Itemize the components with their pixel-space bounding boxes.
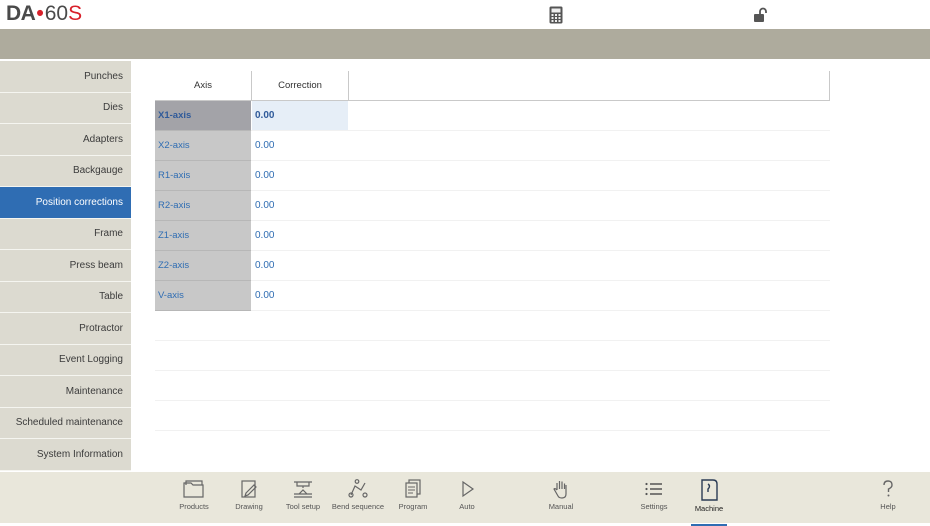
sidebar-item-label: Event Logging <box>59 354 123 366</box>
empty-row <box>155 371 830 401</box>
correction-value[interactable]: 0.00 <box>252 101 348 130</box>
table-row[interactable]: X1-axis 0.00 <box>155 101 830 131</box>
table-row[interactable]: R1-axis 0.00 <box>155 161 830 191</box>
list-settings-icon <box>645 482 662 496</box>
nav-label: Settings <box>640 502 668 511</box>
sidebar-item-label: Punches <box>84 70 123 82</box>
logo-dot: • <box>36 2 44 25</box>
sidebar-item-label: Protractor <box>79 322 123 334</box>
nav-products[interactable]: Products <box>164 478 224 511</box>
question-mark-icon <box>883 480 893 497</box>
nav-tool-setup[interactable]: Tool setup <box>273 478 333 511</box>
table-row[interactable]: V-axis 0.00 <box>155 281 830 311</box>
sidebar-item-label: Adapters <box>82 133 123 145</box>
nav-auto[interactable]: Auto <box>437 478 497 511</box>
logo-number: 60 <box>44 2 69 25</box>
sidebar-item-event-logging[interactable]: Event Logging <box>0 344 131 376</box>
axis-cell: Z2-axis <box>155 251 251 281</box>
nav-machine[interactable]: Machine <box>679 478 739 526</box>
sidebar-item-dies[interactable]: Dies <box>0 92 131 124</box>
sidebar-item-position-corrections[interactable]: Position corrections <box>0 187 131 219</box>
nav-label: Bend sequence <box>331 502 385 511</box>
nav-label: Manual <box>548 502 574 511</box>
nav-label: Program <box>398 502 428 511</box>
nav-label: Help <box>880 502 896 511</box>
sidebar-item-label: Dies <box>102 102 123 114</box>
nav-program[interactable]: Program <box>383 478 443 511</box>
correction-value[interactable]: 0.00 <box>252 131 348 160</box>
correction-value[interactable]: 0.00 <box>252 251 348 280</box>
unlocked-padlock-icon[interactable] <box>753 7 769 28</box>
correction-value[interactable]: 0.00 <box>252 281 348 310</box>
axis-cell: V-axis <box>155 281 251 311</box>
machine-icon <box>701 479 718 501</box>
correction-value[interactable]: 0.00 <box>252 221 348 250</box>
calculator-icon[interactable] <box>549 6 563 29</box>
bend-sequence-icon <box>348 479 368 498</box>
header-band <box>0 29 930 59</box>
axis-cell: R2-axis <box>155 191 251 221</box>
sidebar-item-scheduled-maintenance[interactable]: Scheduled maintenance <box>0 407 131 439</box>
correction-value[interactable]: 0.00 <box>252 161 348 190</box>
table-row[interactable]: X2-axis 0.00 <box>155 131 830 161</box>
sidebar-item-label: Maintenance <box>65 385 123 397</box>
sidebar-item-label: Press beam <box>69 259 123 271</box>
logo-model: S <box>68 2 83 25</box>
sidebar-item-system-information[interactable]: System Information <box>0 439 131 471</box>
axis-cell: X1-axis <box>155 101 251 131</box>
nav-drawing[interactable]: Drawing <box>219 478 279 511</box>
pencil-drawing-icon <box>241 480 257 498</box>
sidebar-item-label: Position corrections <box>35 196 123 208</box>
sidebar-item-backgauge[interactable]: Backgauge <box>0 155 131 187</box>
axis-cell: X2-axis <box>155 131 251 161</box>
sidebar-item-frame[interactable]: Frame <box>0 218 131 250</box>
axis-cell: R1-axis <box>155 161 251 191</box>
logo-brand: DA <box>6 2 36 25</box>
sidebar-item-label: Table <box>99 291 123 303</box>
hand-icon <box>553 481 567 499</box>
tool-setup-icon <box>294 481 312 498</box>
sidebar-item-label: Scheduled maintenance <box>15 417 123 429</box>
folder-icon <box>183 480 204 498</box>
top-bar: DA•60S <box>0 0 930 29</box>
empty-row <box>155 341 830 371</box>
sidebar-item-maintenance[interactable]: Maintenance <box>0 376 131 408</box>
main-content: Axis Correction X1-axis 0.00 X2-axis 0.0… <box>131 59 930 472</box>
nav-help[interactable]: Help <box>858 478 918 511</box>
nav-bend-sequence[interactable]: Bend sequence <box>328 478 388 511</box>
sidebar-item-label: System Information <box>36 448 123 460</box>
sidebar-item-label: Backgauge <box>72 165 123 177</box>
program-pages-icon <box>405 479 421 498</box>
nav-label: Auto <box>459 502 475 511</box>
correction-value[interactable]: 0.00 <box>252 191 348 220</box>
nav-label: Tool setup <box>285 502 321 511</box>
nav-label: Products <box>179 502 209 511</box>
sidebar-item-protractor[interactable]: Protractor <box>0 313 131 345</box>
column-header-axis: Axis <box>155 71 252 100</box>
sidebar: Punches Dies Adapters Backgauge Position… <box>0 61 131 471</box>
sidebar-item-table[interactable]: Table <box>0 281 131 313</box>
nav-label: Drawing <box>235 502 263 511</box>
sidebar-item-label: Frame <box>94 228 123 240</box>
sidebar-item-adapters[interactable]: Adapters <box>0 124 131 156</box>
sidebar-item-punches[interactable]: Punches <box>0 61 131 93</box>
nav-settings[interactable]: Settings <box>624 478 684 511</box>
logo: DA•60S <box>6 3 82 25</box>
bottom-nav: Products Drawing Tool setup Bend sequenc… <box>0 472 930 526</box>
play-icon <box>462 480 475 498</box>
table-header: Axis Correction <box>155 71 830 101</box>
column-header-correction: Correction <box>252 71 349 100</box>
empty-row <box>155 311 830 341</box>
nav-label: Machine <box>694 504 724 513</box>
table-row[interactable]: R2-axis 0.00 <box>155 191 830 221</box>
empty-row <box>155 401 830 431</box>
axis-cell: Z1-axis <box>155 221 251 251</box>
table-row[interactable]: Z2-axis 0.00 <box>155 251 830 281</box>
nav-manual[interactable]: Manual <box>531 478 591 511</box>
sidebar-item-press-beam[interactable]: Press beam <box>0 250 131 282</box>
table-row[interactable]: Z1-axis 0.00 <box>155 221 830 251</box>
